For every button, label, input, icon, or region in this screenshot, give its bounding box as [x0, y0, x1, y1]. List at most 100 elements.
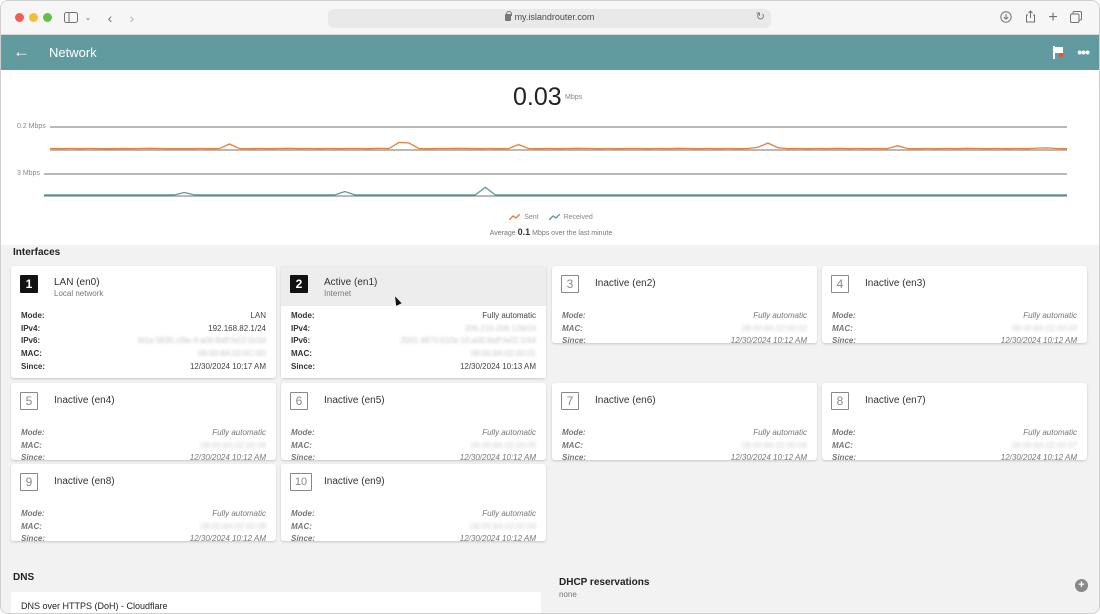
interface-number-badge: 9 — [20, 473, 38, 491]
interface-card[interactable]: 8 Inactive (en7) Mode: Fully automatic MAC: 0… — [822, 383, 1087, 463]
detail-row-since: Since: 12/30/2024 10:12 AM — [21, 534, 266, 546]
interface-card[interactable]: 9 Inactive (en8) Mode: Fully automatic MAC: 0… — [11, 464, 276, 543]
detail-key: MAC: — [832, 323, 853, 333]
interface-title: Inactive (en5) — [324, 395, 385, 406]
reload-icon[interactable]: ↻ — [756, 10, 765, 23]
back-nav-icon[interactable]: ‹ — [103, 9, 117, 27]
detail-row-ipv4: IPv4: 192.168.82.1/24 — [21, 324, 266, 336]
dns-provider[interactable]: DNS over HTTPS (DoH) - Cloudflare — [21, 601, 168, 611]
detail-key: Mode: — [832, 428, 856, 437]
detail-value: Fully automatic — [212, 509, 266, 518]
detail-key: MAC: — [291, 521, 312, 531]
detail-value: 12/30/2024 10:12 AM — [730, 453, 807, 463]
dhcp-heading: DHCP reservations — [559, 577, 650, 588]
detail-value: Fully automatic — [753, 428, 807, 437]
interface-card[interactable]: 1 LAN (en0) Local network Mode: LAN IPv4: 192.… — [11, 266, 276, 378]
share-icon[interactable] — [1023, 9, 1037, 27]
new-tab-icon[interactable]: + — [1046, 9, 1060, 27]
detail-key: Since: — [21, 453, 46, 463]
detail-row-since: Since: 12/30/2024 10:17 AM — [21, 362, 266, 374]
interface-title: LAN (en0) — [54, 277, 100, 288]
dhcp-value: none — [559, 590, 577, 599]
interface-title: Inactive (en9) — [324, 476, 385, 487]
detail-key: Since: — [832, 453, 857, 463]
sent-legend-icon — [509, 214, 521, 221]
average-suffix: Mbps over the last minute — [532, 230, 613, 237]
detail-key: MAC: — [562, 440, 583, 450]
detail-row-mac: MAC: 08:00:8A:02:00:02 — [562, 324, 807, 336]
interface-card[interactable]: 4 Inactive (en3) Mode: Fully automatic MAC: 0… — [822, 266, 1087, 346]
interface-card[interactable]: 5 Inactive (en4) Mode: Fully automatic MAC: 0… — [11, 383, 276, 463]
received-series-line — [44, 186, 1067, 196]
tab-overview-icon[interactable] — [1069, 9, 1083, 27]
dns-panel: DNS over HTTPS (DoH) - Cloudflare — [11, 592, 541, 613]
interface-card-header: 6 Inactive (en5) — [281, 383, 546, 423]
interface-title: Inactive (en7) — [865, 395, 926, 406]
add-circle-icon[interactable]: + — [1075, 579, 1088, 592]
close-window-button[interactable] — [15, 13, 24, 22]
detail-row-ipv4: IPv4: 206.210.206.128/24 — [291, 324, 536, 336]
detail-row-since: Since: 12/30/2024 10:12 AM — [291, 534, 536, 546]
interface-details: Mode: Fully automatic MAC: 08:00:8A:02:00:0… — [11, 504, 276, 543]
url-value: my.islandrouter.com — [514, 12, 595, 22]
download-icon[interactable] — [999, 9, 1013, 27]
detail-key: Since: — [21, 534, 46, 544]
detail-value: 206.210.206.128/24 — [464, 323, 536, 333]
main-content: 0.03 Mbps 0.2 Mbps 3 Mbps Sent Received — [1, 70, 1099, 613]
interface-card-header: 10 Inactive (en9) — [281, 464, 546, 504]
more-horizontal-icon[interactable]: ••• — [1077, 44, 1090, 60]
sidebar-toggle-icon[interactable] — [63, 9, 79, 27]
detail-value: Fully automatic — [753, 311, 807, 320]
detail-row-mode: Mode: Fully automatic — [291, 311, 536, 323]
interface-card[interactable]: 7 Inactive (en6) Mode: Fully automatic MAC: 0… — [552, 383, 817, 463]
interface-number-badge: 6 — [290, 392, 308, 410]
detail-key: MAC: — [832, 440, 853, 450]
interface-details: Mode: Fully automatic MAC: 08:00:8A:02:00:0… — [552, 306, 817, 345]
flag-icon[interactable] — [1053, 46, 1064, 59]
detail-row-mac: MAC: 08:00:8A:02:0C:0D — [21, 349, 266, 361]
legend-sent: Sent — [509, 214, 539, 221]
detail-value: Fully automatic — [1023, 311, 1077, 320]
throughput-chart — [44, 126, 1068, 197]
url-text: my.islandrouter.com — [328, 11, 771, 22]
interface-card-header: 7 Inactive (en6) — [552, 383, 817, 423]
detail-row-mode: Mode: LAN — [21, 311, 266, 323]
dns-heading: DNS — [13, 572, 35, 583]
interface-details: Mode: Fully automatic MAC: 08:00:8A:02:00:0… — [822, 306, 1087, 346]
sent-series-line — [49, 141, 1068, 150]
interface-card[interactable]: 3 Inactive (en2) Mode: Fully automatic MAC: 0… — [552, 266, 817, 345]
interface-subtitle: Internet — [324, 289, 352, 298]
detail-key: Mode: — [21, 311, 45, 320]
address-bar[interactable]: my.islandrouter.com ↻ — [328, 9, 771, 28]
arrow-left-icon[interactable]: ← — [13, 42, 30, 62]
forward-nav-icon[interactable]: › — [125, 9, 139, 27]
detail-value: 08:00:8A:02:00:06 — [741, 440, 807, 450]
detail-value: 08:00:8A:02:00:03 — [1011, 323, 1077, 333]
legend-received: Received — [548, 214, 593, 221]
detail-key: Mode: — [21, 428, 45, 437]
detail-key: Since: — [291, 361, 316, 371]
interface-card[interactable]: 6 Inactive (en5) Mode: Fully automatic MAC: 0… — [281, 383, 546, 463]
interface-number-badge: 4 — [831, 275, 849, 293]
interface-details: Mode: Fully automatic MAC: 08:00:8A:02:00:0… — [281, 423, 546, 463]
interface-card[interactable]: 2 Active (en1) Internet Mode: Fully automati… — [281, 266, 546, 378]
throughput-panel: 0.03 Mbps 0.2 Mbps 3 Mbps Sent Received — [1, 70, 1099, 245]
detail-row-mode: Mode: Fully automatic — [291, 428, 536, 440]
detail-row-mac: MAC: 08:00:8A:02:00:04 — [21, 441, 266, 453]
detail-row-ipv6: IPv6: 2001:4870:610e:16:a00:8aff:fe02:1/6… — [291, 336, 536, 348]
detail-key: Since: — [832, 336, 857, 346]
detail-row-ipv6: IPv6: fd1e:5835:cf9e:4:a00:8aff:fe02:0c0d — [21, 336, 266, 348]
legend-received-label: Received — [563, 214, 593, 221]
minimize-window-button[interactable] — [29, 13, 38, 22]
zoom-window-button[interactable] — [43, 13, 52, 22]
chevron-down-icon[interactable]: ⌄ — [83, 9, 93, 27]
detail-value: 192.168.82.1/24 — [208, 323, 266, 333]
detail-row-mode: Mode: Fully automatic — [832, 428, 1077, 440]
average-value: 0.1 — [517, 227, 531, 237]
interface-card[interactable]: 10 Inactive (en9) Mode: Fully automatic MAC:… — [281, 464, 546, 543]
detail-key: Since: — [291, 453, 316, 463]
received-legend-icon — [548, 214, 560, 221]
interface-card-header: 3 Inactive (en2) — [552, 266, 817, 306]
detail-row-mac: MAC: 08:00:8A:02:00:01 — [291, 349, 536, 361]
interface-number-badge: 3 — [561, 275, 579, 293]
